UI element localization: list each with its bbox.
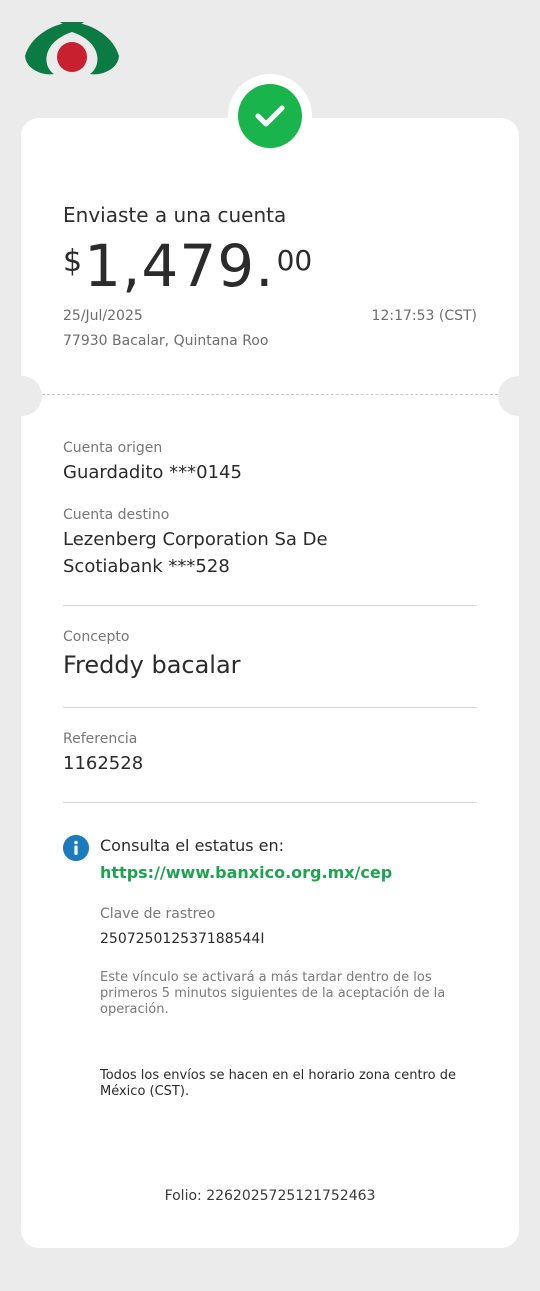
amount-currency: $ bbox=[63, 244, 83, 279]
banxico-cep-link[interactable]: https://www.banxico.org.mx/cep bbox=[100, 863, 392, 882]
ticket-notch-left bbox=[2, 376, 42, 416]
receipt-title: Enviaste a una cuenta bbox=[63, 203, 287, 227]
origin-account-label: Cuenta origen bbox=[63, 440, 163, 456]
divider bbox=[63, 605, 477, 606]
concept-label: Concepto bbox=[63, 629, 130, 645]
receipt-screen: Enviaste a una cuenta $ 1,479. 00 25/Jul… bbox=[0, 0, 540, 1291]
tear-line bbox=[42, 394, 498, 395]
amount-integer: 1,479. bbox=[84, 232, 275, 300]
status-consult-text: Consulta el estatus en: bbox=[100, 836, 285, 855]
folio: Folio: 2262025725121752463 bbox=[164, 1188, 376, 1204]
divider bbox=[63, 707, 477, 708]
info-icon bbox=[63, 835, 89, 861]
tracking-key-value: 25072501253718854​4I bbox=[100, 931, 265, 947]
schedule-note: Todos los envíos se hacen en el horario … bbox=[100, 1068, 456, 1099]
divider bbox=[63, 802, 477, 803]
ticket-notch-right bbox=[498, 376, 538, 416]
reference-value: 1162528 bbox=[63, 753, 144, 774]
amount: $ 1,479. 00 bbox=[63, 230, 312, 302]
success-badge bbox=[238, 84, 302, 148]
destination-account-name: Lezenberg Corporation Sa De bbox=[63, 529, 328, 550]
activation-note: Este vínculo se activará a más tardar de… bbox=[100, 970, 446, 1017]
transaction-time: 12:17:53 (CST) bbox=[371, 308, 477, 324]
bank-logo-icon bbox=[25, 22, 119, 75]
destination-account-bank: Scotiabank ***528 bbox=[63, 556, 230, 577]
transaction-location: 77930 Bacalar, Quintana Roo bbox=[63, 333, 269, 349]
tracking-key-label: Clave de rastreo bbox=[100, 906, 216, 922]
concept-value: Freddy bacalar bbox=[63, 651, 241, 679]
origin-account-value: Guardadito ***0145 bbox=[63, 462, 242, 483]
amount-decimals: 00 bbox=[276, 244, 313, 277]
reference-label: Referencia bbox=[63, 731, 138, 747]
destination-account-label: Cuenta destino bbox=[63, 507, 170, 523]
checkmark-icon bbox=[255, 105, 285, 127]
transaction-date: 25/Jul/2025 bbox=[63, 308, 143, 324]
